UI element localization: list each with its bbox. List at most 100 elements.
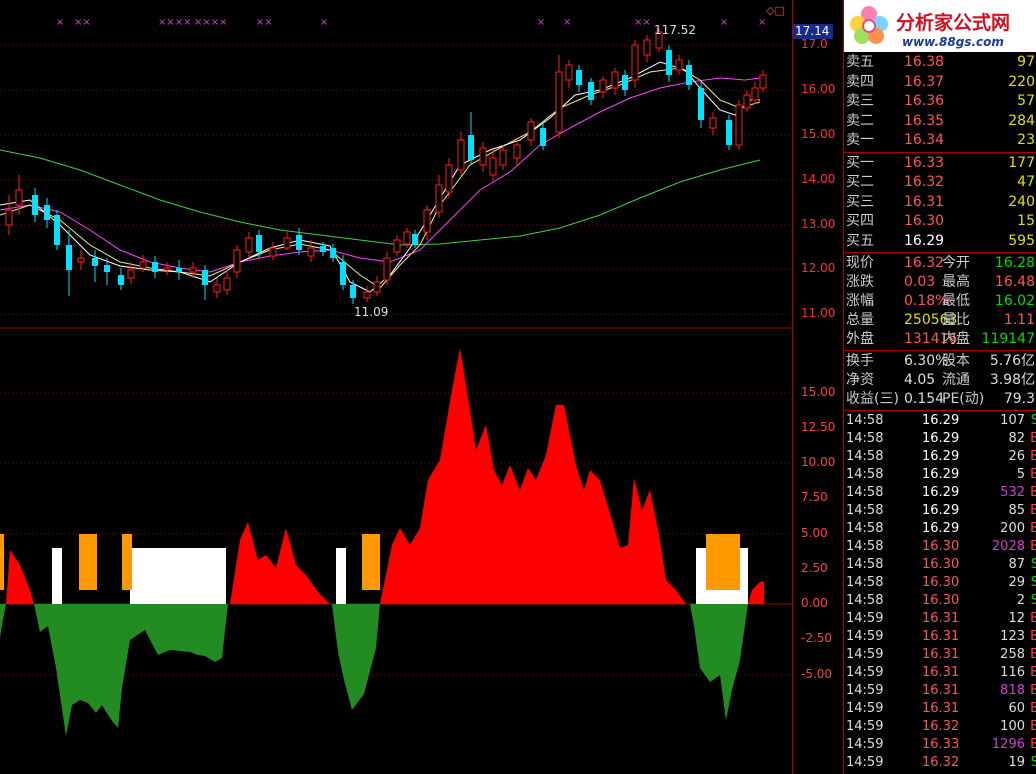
corner-icon[interactable]: ◇□: [766, 4, 785, 17]
logo-title: 分析家公式网: [896, 12, 1011, 34]
tick-row: 14:58 16.30 2S: [844, 592, 1036, 610]
tick-price: 16.31: [922, 701, 960, 716]
indicator-y-tick: 2.50: [801, 561, 828, 575]
candle-body: [555, 71, 563, 133]
positive-area-3: [380, 348, 686, 604]
tick-side: B: [1030, 682, 1036, 700]
tick-row: 14:58 16.29 85 B: [844, 502, 1036, 520]
ask-price: 16.36: [904, 93, 945, 109]
tick-time: 14:59: [846, 665, 884, 680]
tick-price: 16.31: [922, 683, 960, 698]
ask-row[interactable]: 卖三 16.36 57: [844, 92, 1036, 111]
bid-volume: 47: [1017, 174, 1035, 190]
indicator-y-tick: 5.00: [801, 526, 828, 540]
candle-body: [743, 94, 751, 109]
svg-text:×: ×: [758, 17, 766, 28]
bid-row[interactable]: 买二 16.32 47: [844, 173, 1036, 192]
candle-body: [283, 237, 291, 249]
bid-row[interactable]: 买三 16.31 240: [844, 193, 1036, 212]
candle-body: [127, 269, 135, 279]
tick-row: 14:59 16.31 123 B: [844, 628, 1036, 646]
candle-body: [340, 262, 346, 285]
ask-row[interactable]: 卖四 16.37 220: [844, 73, 1036, 92]
candle-body: [468, 135, 474, 160]
bid-label: 买一: [846, 154, 874, 171]
ask-row[interactable]: 卖五 16.38 97: [844, 53, 1036, 72]
tick-time: 14:59: [846, 719, 884, 734]
tick-time: 14:58: [846, 557, 884, 572]
candle-body: [479, 147, 487, 166]
candle-body: [527, 121, 535, 141]
tick-time: 14:58: [846, 449, 884, 464]
tick-time: 14:59: [846, 701, 884, 716]
negative-area-4: [690, 604, 748, 720]
quote-label-2: 最高: [942, 274, 970, 290]
stats-row: 净资 4.05 流通 3.98亿: [844, 371, 1036, 390]
ask-label: 卖四: [846, 73, 874, 90]
bid-row[interactable]: 买四 16.30 15: [844, 212, 1036, 231]
bid-row[interactable]: 买五 16.29 595: [844, 232, 1036, 251]
ask-row[interactable]: 卖二 16.35 284: [844, 112, 1036, 131]
orange-block-5: [706, 534, 740, 590]
tick-side: B: [1030, 502, 1036, 520]
quote-value: 250563: [904, 312, 958, 328]
svg-text:×: ×: [320, 17, 328, 28]
candle-body: [320, 246, 326, 252]
svg-text:×: ×: [720, 17, 728, 28]
orange-block-1: [0, 534, 4, 590]
ask-row[interactable]: 卖一 16.34 23: [844, 131, 1036, 150]
tick-price: 16.30: [922, 557, 960, 572]
quote-row: 涨幅 0.18% 最低 16.02: [844, 292, 1036, 311]
main-y-tick: 17.0: [801, 37, 828, 51]
bid-row[interactable]: 买一 16.33 177: [844, 154, 1036, 173]
low-label: 11.09: [354, 305, 388, 319]
tick-volume: 1296: [991, 737, 1025, 752]
positive-area-1: [6, 550, 34, 604]
tick-side: S: [1031, 556, 1036, 574]
separator: [844, 252, 1036, 253]
tick-price: 16.31: [922, 665, 960, 680]
quote-label: 涨幅: [846, 293, 874, 309]
quote-row: 总量 250563 量比 1.11: [844, 311, 1036, 330]
candle-body: [709, 117, 717, 129]
tick-row: 14:58 16.29 26 B: [844, 448, 1036, 466]
tick-row: 14:58 16.29 82 B: [844, 430, 1036, 448]
tick-row: 14:59 16.31 60 B: [844, 700, 1036, 718]
chart-area[interactable]: × ×× ×××× ×××× ×× × × × ×× × × 117.52 11.09 ◇□: [0, 0, 792, 774]
candle-body: [726, 120, 732, 145]
candle-body: [643, 39, 651, 56]
bid-volume: 15: [1017, 213, 1035, 229]
tick-volume: 85: [1008, 503, 1025, 518]
quote-row: 外盘 131416 内盘 119147: [844, 330, 1036, 349]
tick-row: 14:59 16.33 1296 B: [844, 736, 1036, 754]
candle-body: [44, 205, 50, 220]
bid-label: 买五: [846, 232, 874, 249]
candle-body: [383, 257, 391, 281]
tick-volume: 2: [1016, 593, 1025, 608]
main-y-tick: 13.00: [801, 217, 836, 231]
tick-volume: 12: [1008, 611, 1025, 626]
tick-volume: 60: [1008, 701, 1025, 716]
stats-row: 换手 6.30% 股本 5.76亿: [844, 352, 1036, 371]
main-y-tick: 16.00: [801, 82, 836, 96]
bid-price: 16.31: [904, 193, 945, 210]
bid-price: 16.30: [904, 213, 945, 229]
ask-label: 卖三: [846, 93, 874, 109]
tick-row: 14:59 16.31 818 B: [844, 682, 1036, 700]
ask-label: 卖五: [846, 54, 874, 70]
separator: [844, 151, 1036, 153]
tick-volume: 5: [1016, 467, 1025, 482]
tick-price: 16.30: [922, 593, 960, 608]
tick-volume: 200: [1000, 521, 1025, 536]
tick-row: 14:58 16.29 5B: [844, 466, 1036, 484]
quote-label-2: 最低: [942, 293, 970, 309]
bid-label: 买二: [846, 174, 874, 190]
stats-label-2: 股本: [942, 353, 970, 369]
tick-price: 16.30: [922, 575, 960, 590]
candle-body: [54, 215, 60, 245]
chart-svg[interactable]: × ×× ×××× ×××× ×× × × × ×× × × 117.52 11.09 ◇□: [0, 0, 792, 774]
tick-volume: 2028: [991, 539, 1025, 554]
tick-price: 16.33: [922, 737, 960, 752]
tick-side: B: [1030, 538, 1036, 556]
tick-volume: 532: [1000, 485, 1025, 500]
